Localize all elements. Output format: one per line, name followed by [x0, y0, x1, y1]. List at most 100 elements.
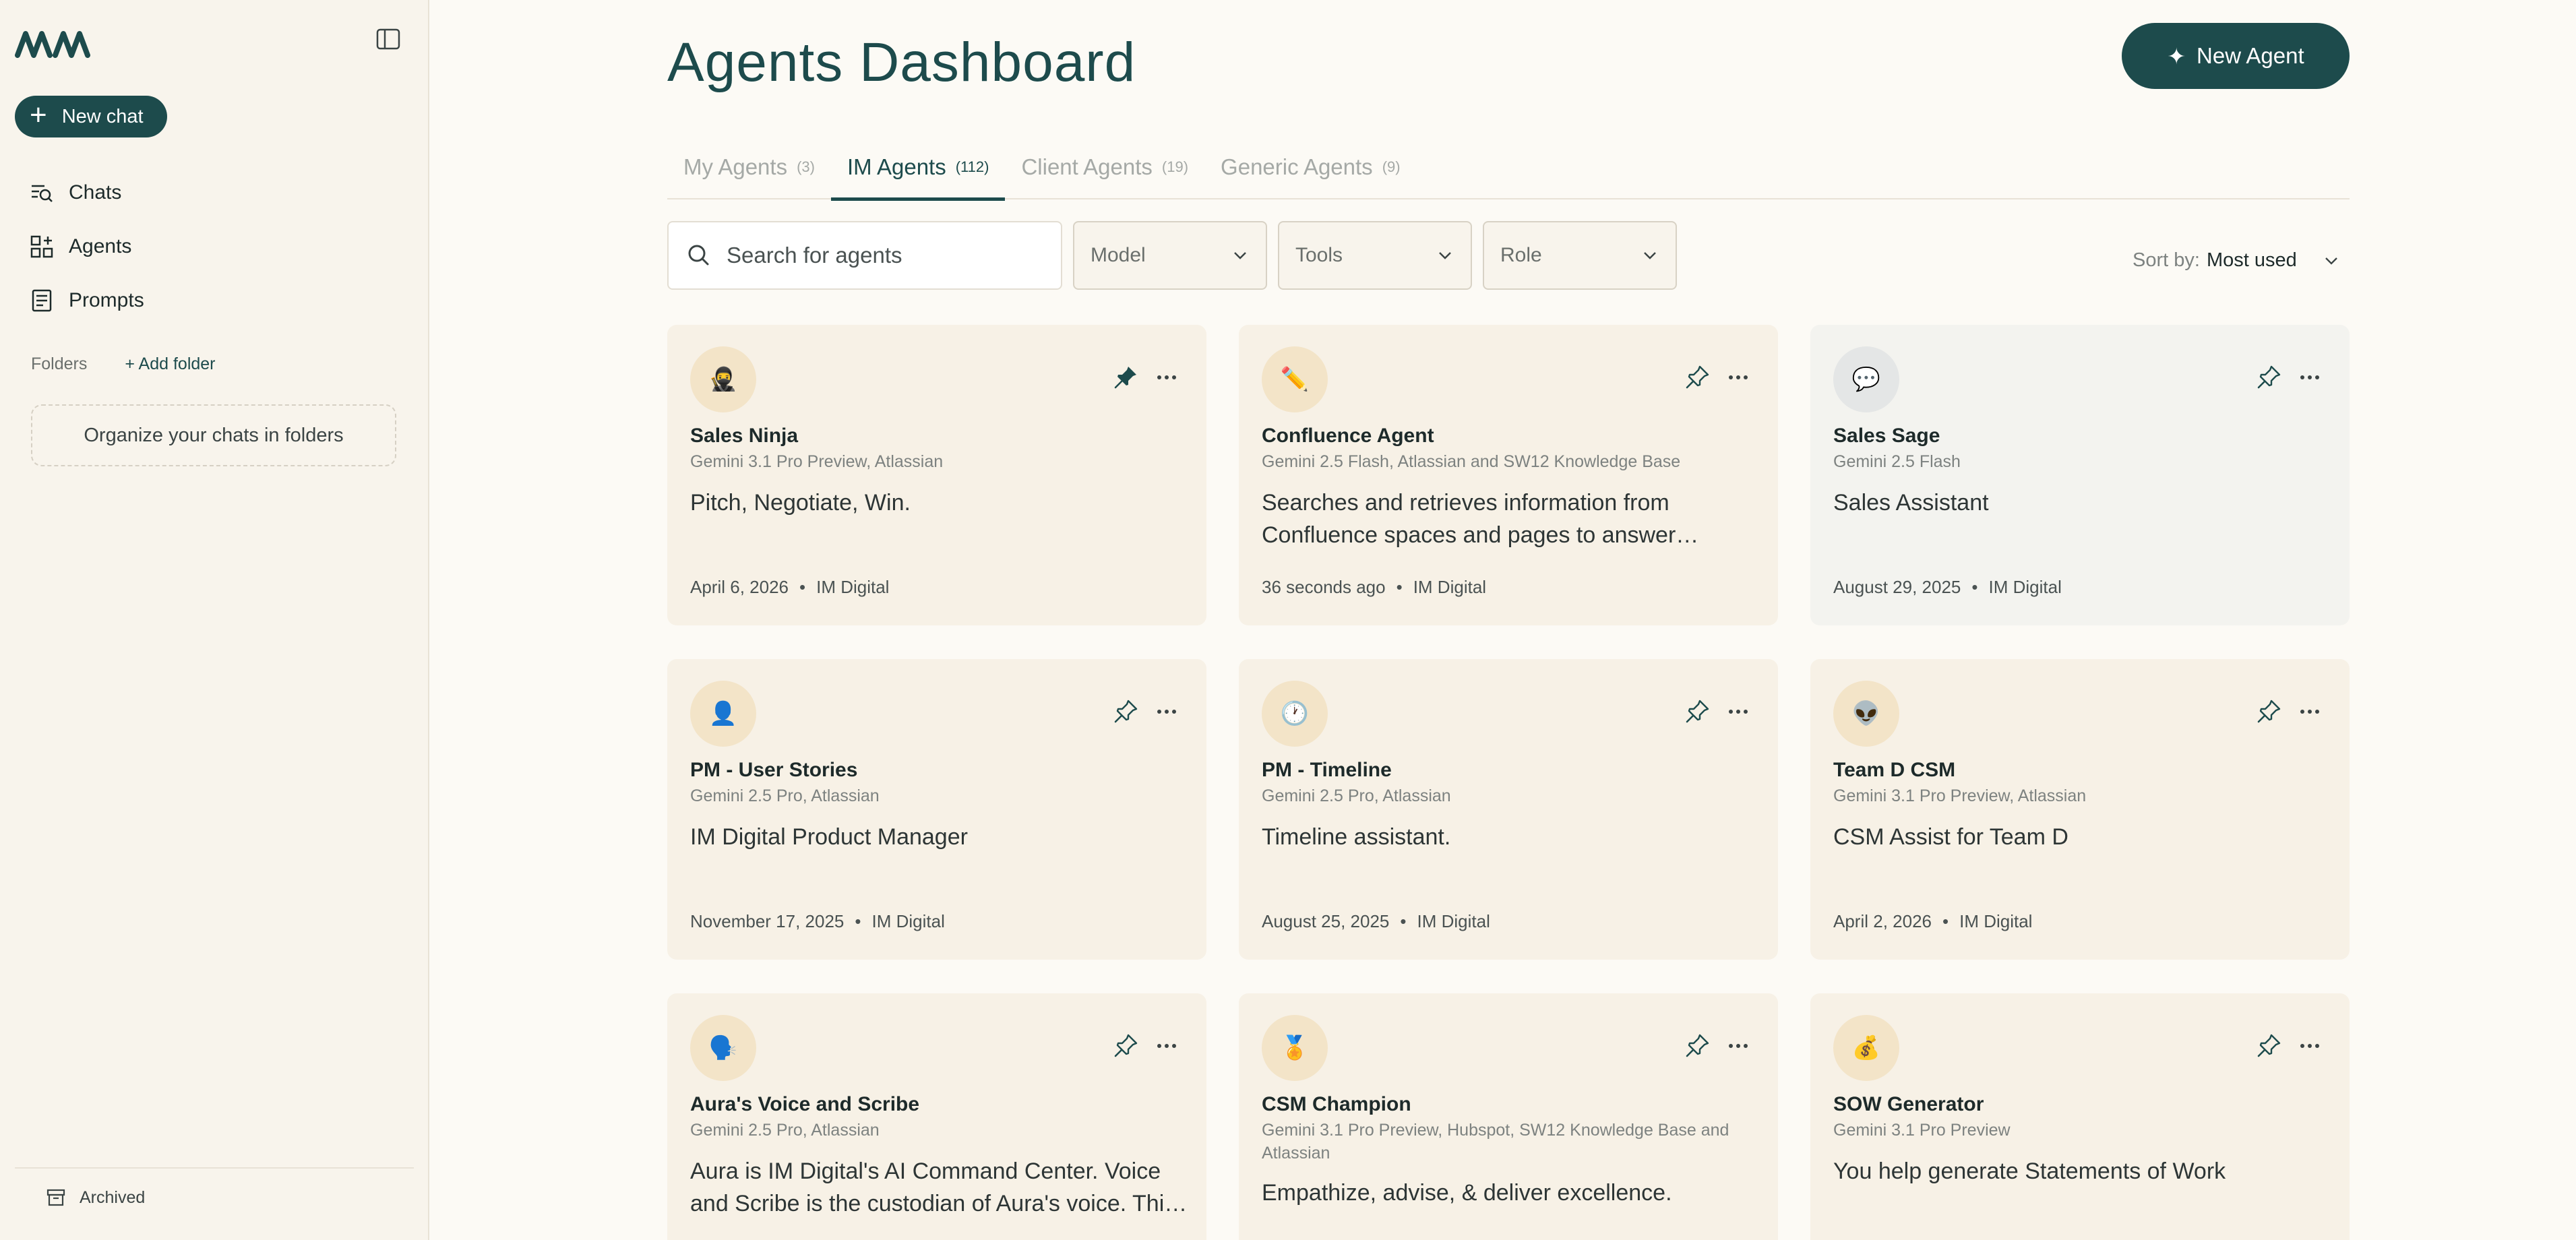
agent-meta: 36 seconds ago • IM Digital — [1262, 577, 1487, 597]
sidebar-item-agents[interactable]: Agents — [30, 220, 144, 274]
sidebar-item-chats[interactable]: Chats — [30, 166, 144, 220]
more-options-icon[interactable] — [1153, 698, 1181, 725]
chevron-down-icon — [1644, 252, 1656, 259]
agent-model: Gemini 3.1 Pro Preview, Atlassian — [690, 452, 944, 471]
agent-name: CSM Champion — [1262, 1093, 1411, 1115]
agent-description: Sales Assistant — [1833, 490, 1989, 516]
more-options-icon[interactable] — [2296, 364, 2324, 391]
agent-card[interactable]: ✏️ Confluence Agent Gemini 2.5 Flash, At… — [1239, 325, 1778, 625]
organize-folders-placeholder[interactable]: Organize your chats in folders — [31, 404, 396, 466]
agent-description: IM Digital Product Manager — [690, 824, 968, 850]
agent-model: Gemini 3.1 Pro Preview, Hubspot, SW12 Kn… — [1262, 1121, 1729, 1162]
agent-avatar: 💰 — [1833, 1015, 1899, 1081]
agent-meta: November 17, 2025 • IM Digital — [690, 911, 945, 931]
model-dropdown-label: Model — [1091, 244, 1146, 266]
role-dropdown[interactable]: Role — [1483, 221, 1677, 290]
archived-button[interactable]: Archived — [46, 1187, 145, 1208]
sidebar-divider — [15, 1167, 414, 1169]
agent-avatar: 🕐 — [1262, 681, 1328, 747]
agent-card[interactable]: 🏅 CSM Champion Gemini 3.1 Pro Preview, H… — [1239, 993, 1778, 1240]
more-options-icon[interactable] — [1724, 364, 1752, 391]
agent-description: Pitch, Negotiate, Win. — [690, 490, 911, 516]
agent-model: Gemini 3.1 Pro Preview — [1833, 1121, 2011, 1140]
pin-icon[interactable] — [2255, 1032, 2282, 1059]
model-dropdown[interactable]: Model — [1073, 221, 1267, 290]
agent-date: April 2, 2026 — [1833, 911, 1932, 931]
agent-meta: April 6, 2026 • IM Digital — [690, 577, 890, 597]
agent-name: SOW Generator — [1833, 1093, 1984, 1115]
agent-description: Searches and retrieves information from … — [1262, 490, 1676, 548]
agent-card[interactable]: 💬 Sales Sage Gemini 2.5 Flash Sales Assi… — [1810, 325, 2350, 625]
archive-icon — [47, 1189, 65, 1206]
tab-im-agents[interactable]: IM Agents (112) — [830, 135, 1006, 201]
archived-label: Archived — [80, 1187, 146, 1207]
more-options-icon[interactable] — [1153, 1032, 1181, 1059]
tab-count: (112) — [955, 158, 989, 175]
tab-my-agents[interactable]: My Agents (3) — [667, 135, 831, 199]
agent-date: 36 seconds ago — [1262, 577, 1386, 597]
sort-dropdown[interactable]: Sort by: Most used — [2133, 249, 2340, 272]
tab-generic-agents[interactable]: Generic Agents (9) — [1204, 135, 1417, 199]
agent-date: November 17, 2025 — [690, 911, 845, 931]
sidebar-item-label: Agents — [69, 235, 132, 257]
agent-description: You help generate Statements of Work — [1833, 1158, 2226, 1184]
pin-icon[interactable] — [1684, 364, 1711, 391]
agent-card[interactable]: 👽 Team D CSM Gemini 3.1 Pro Preview, Atl… — [1810, 659, 2350, 960]
sidebar-item-prompts[interactable]: Prompts — [30, 274, 144, 328]
agent-avatar: 💬 — [1833, 346, 1899, 412]
agent-tabs: My Agents (3) IM Agents (112) Client Age… — [667, 135, 2350, 201]
sidebar-toggle-icon[interactable] — [375, 26, 402, 53]
agent-meta: April 2, 2026 • IM Digital — [1833, 911, 2033, 931]
agent-card[interactable]: 👤 PM - User Stories Gemini 2.5 Pro, Atla… — [667, 659, 1206, 960]
more-options-icon[interactable] — [1724, 698, 1752, 725]
agent-card[interactable]: 🗣️ Aura's Voice and Scribe Gemini 2.5 Pr… — [667, 993, 1206, 1240]
agent-name: Confluence Agent — [1262, 425, 1434, 447]
new-agent-button[interactable]: ✦ New Agent — [2122, 23, 2350, 89]
agent-owner: IM Digital — [1988, 577, 2062, 597]
agent-meta: August 25, 2025 • IM Digital — [1262, 911, 1490, 931]
new-chat-button[interactable]: + New chat — [15, 96, 167, 137]
agent-avatar: 👽 — [1833, 681, 1899, 747]
tab-label: IM Agents — [847, 154, 946, 179]
filter-bar: Search for agents Model Tools Role — [667, 221, 1677, 290]
new-agent-label: New Agent — [2197, 43, 2304, 68]
agent-card[interactable]: 💰 SOW Generator Gemini 3.1 Pro Preview Y… — [1810, 993, 2350, 1240]
agent-model: Gemini 2.5 Pro, Atlassian — [690, 1121, 880, 1140]
agent-avatar: 👤 — [690, 681, 756, 747]
tab-label: My Agents — [683, 154, 788, 179]
agent-avatar: ✏️ — [1262, 346, 1328, 412]
agent-avatar: 🥷 — [690, 346, 756, 412]
tab-label: Client Agents — [1021, 154, 1153, 179]
pin-icon[interactable] — [2255, 698, 2282, 725]
agent-description: CSM Assist for Team D — [1833, 824, 2068, 850]
tab-client-agents[interactable]: Client Agents (19) — [1005, 135, 1204, 199]
agent-avatar: 🗣️ — [690, 1015, 756, 1081]
sidebar-nav: Chats Agents Prompts — [30, 166, 144, 328]
pin-icon[interactable] — [1112, 1032, 1139, 1059]
pin-icon[interactable] — [1684, 698, 1711, 725]
agent-avatar: 🏅 — [1262, 1015, 1328, 1081]
agent-owner: IM Digital — [871, 911, 945, 931]
pin-filled-icon[interactable] — [1112, 364, 1139, 391]
sidebar-item-label: Prompts — [69, 289, 144, 311]
agent-owner: IM Digital — [1417, 911, 1490, 931]
pin-icon[interactable] — [1684, 1032, 1711, 1059]
agent-name: PM - User Stories — [690, 759, 858, 781]
tools-dropdown[interactable]: Tools — [1278, 221, 1472, 290]
agent-card[interactable]: 🥷 Sales Ninja Gemini 3.1 Pro Preview, At… — [667, 325, 1206, 625]
more-options-icon[interactable] — [1724, 1032, 1752, 1059]
more-options-icon[interactable] — [2296, 1032, 2324, 1059]
page-title: Agents Dashboard — [667, 32, 1136, 93]
search-icon — [688, 245, 709, 266]
agent-model: Gemini 2.5 Flash — [1833, 452, 1961, 471]
add-folder-button[interactable]: + Add folder — [125, 354, 215, 374]
more-options-icon[interactable] — [2296, 698, 2324, 725]
agent-card[interactable]: 🕐 PM - Timeline Gemini 2.5 Pro, Atlassia… — [1239, 659, 1778, 960]
pin-icon[interactable] — [2255, 364, 2282, 391]
agent-name: Team D CSM — [1833, 759, 1956, 781]
tab-count: (19) — [1161, 158, 1189, 175]
brand-logo-icon[interactable] — [15, 26, 90, 59]
more-options-icon[interactable] — [1153, 364, 1181, 391]
search-input[interactable]: Search for agents — [667, 221, 1062, 290]
pin-icon[interactable] — [1112, 698, 1139, 725]
